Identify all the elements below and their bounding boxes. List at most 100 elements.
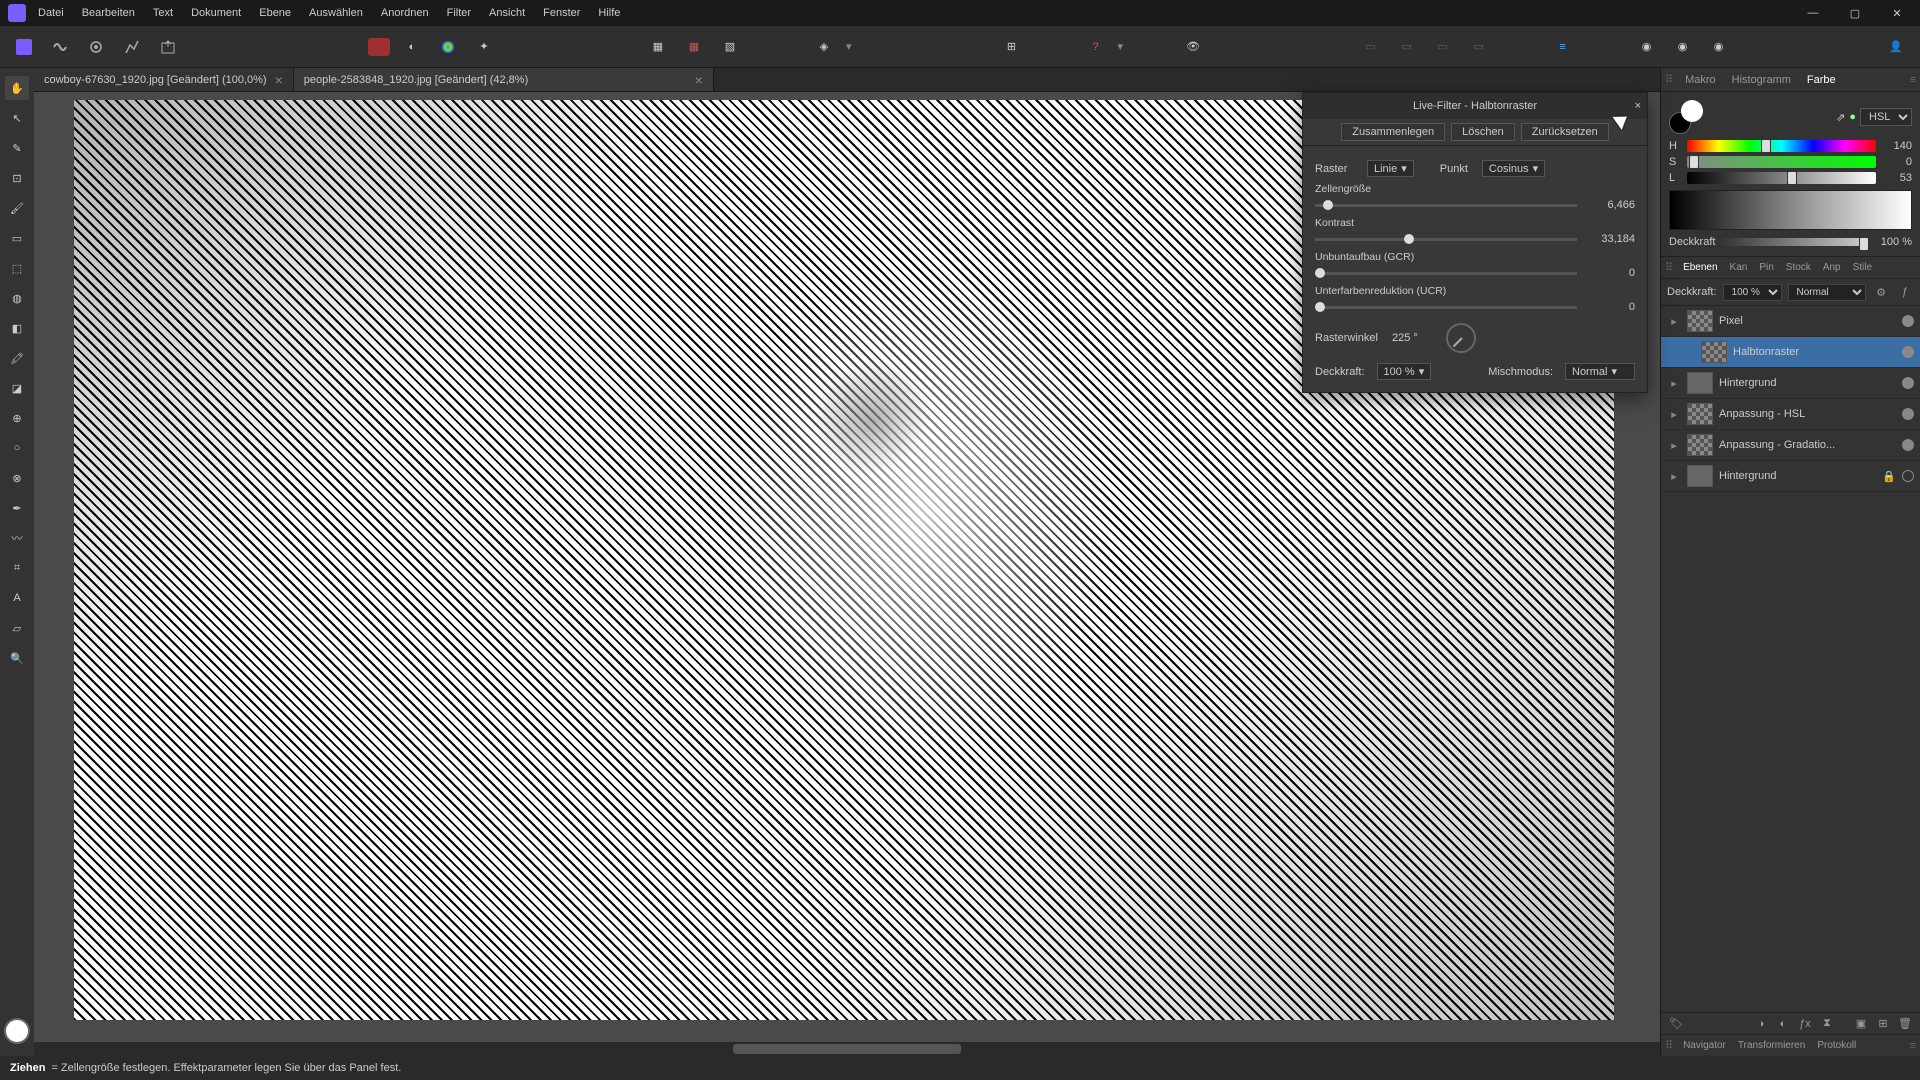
minimize-icon[interactable]: — [1798,7,1828,20]
horizontal-scrollbar[interactable] [34,1042,1660,1056]
persona-tone-icon[interactable] [118,33,146,61]
sat-value[interactable]: 0 [1882,156,1912,168]
lock-icon[interactable]: 🔒 [1882,470,1896,483]
add-layer-icon[interactable]: ⊞ [1874,1015,1892,1033]
sync-3-icon[interactable]: ◉ [1705,33,1733,61]
panel-menu-icon[interactable]: ≡ [1906,74,1920,86]
close-tab-icon[interactable]: × [275,72,283,88]
hue-slider[interactable] [1687,140,1876,152]
slider-value[interactable]: 33,184 [1585,233,1635,245]
arrange-4-icon[interactable]: ▭ [1465,33,1493,61]
clone-tool-icon[interactable]: ⊕ [5,406,29,430]
visibility-icon[interactable] [1902,377,1914,389]
expand-icon[interactable]: ▸ [1667,377,1681,390]
pen-tool-icon[interactable]: ✒ [5,496,29,520]
lum-value[interactable]: 53 [1882,172,1912,184]
slider-value[interactable]: 0 [1585,301,1635,313]
angle-dial[interactable] [1446,323,1476,353]
expand-icon[interactable]: ▸ [1667,408,1681,421]
sync-2-icon[interactable]: ◉ [1669,33,1697,61]
grip-icon[interactable]: ⠿ [1661,261,1677,274]
assist-icon[interactable]: ? [1082,33,1110,61]
menu-ebene[interactable]: Ebene [259,7,291,19]
tab-transform[interactable]: Transformieren [1732,1040,1811,1051]
maximize-icon[interactable]: ▢ [1840,7,1870,20]
layer-thumbnail[interactable] [1701,341,1727,363]
menu-anordnen[interactable]: Anordnen [381,7,429,19]
menu-fenster[interactable]: Fenster [543,7,580,19]
tab-kanaele[interactable]: Kan [1724,262,1754,273]
dialog-blend-select[interactable]: Normal▾ [1565,363,1635,380]
add-swatch-icon[interactable]: ● [1849,111,1856,123]
expand-icon[interactable]: ▸ [1667,315,1681,328]
eyedropper-icon[interactable]: ⇗ [1836,111,1845,124]
param-slider[interactable] [1315,204,1577,207]
menu-bearbeiten[interactable]: Bearbeiten [82,7,135,19]
opacity-slider[interactable] [1721,238,1866,246]
grip-icon[interactable]: ⠿ [1661,73,1677,86]
dialog-header[interactable]: Live-Filter - Halbtonraster × [1303,93,1647,119]
gear-icon[interactable]: ⚙ [1872,283,1890,301]
layer-thumbnail[interactable] [1687,465,1713,487]
expand-icon[interactable]: ▸ [1667,439,1681,452]
mesh-tool-icon[interactable]: ⌗ [5,556,29,580]
hand-tool-icon[interactable]: ✋ [5,76,29,100]
visibility-icon[interactable] [1902,315,1914,327]
deselect-icon[interactable]: ▦ [680,33,708,61]
menu-filter[interactable]: Filter [447,7,471,19]
crop-icon[interactable]: ⊞ [998,33,1026,61]
autowb-icon[interactable]: ✦ [470,33,498,61]
erase-tool-icon[interactable]: ◪ [5,376,29,400]
adjust-icon[interactable]: ◐ [1774,1015,1792,1033]
layer-row[interactable]: ▸ Hintergrund 🔒 [1661,461,1920,492]
visibility-icon[interactable] [1902,470,1914,482]
document-tab-1[interactable]: cowboy-67630_1920.jpg [Geändert] (100,0%… [34,68,294,91]
flood-tool-icon[interactable]: ◍ [5,286,29,310]
slider-value[interactable]: 6,466 [1585,199,1635,211]
zoom-tool-icon[interactable]: 🔍 [5,646,29,670]
param-slider[interactable] [1315,238,1577,241]
invert-select-icon[interactable]: ▧ [716,33,744,61]
gradient-preview[interactable] [1669,190,1912,230]
preview-icon[interactable]: 👁 [1179,33,1207,61]
text-tool-icon[interactable]: A [5,586,29,610]
shape-tool-icon[interactable]: ▱ [5,616,29,640]
color-wells[interactable] [1669,100,1703,134]
lum-slider[interactable] [1687,172,1876,184]
layer-thumbnail[interactable] [1687,372,1713,394]
persona-export-icon[interactable] [154,33,182,61]
tab-pinsel[interactable]: Pin [1753,262,1779,273]
select-all-icon[interactable]: ▦ [644,33,672,61]
tab-navigator[interactable]: Navigator [1677,1040,1732,1051]
autocolor-icon[interactable] [434,33,462,61]
chevron-down-icon[interactable]: ▾ [846,40,852,53]
paint-brush-tool-icon[interactable]: 🖍 [5,346,29,370]
close-icon[interactable]: ✕ [1882,7,1912,20]
quickmask-icon[interactable]: ◈ [810,33,838,61]
live-filter-icon[interactable]: ⧗ [1818,1015,1836,1033]
tab-stock[interactable]: Stock [1780,262,1817,273]
tab-ebenen[interactable]: Ebenen [1677,262,1723,273]
layer-thumbnail[interactable] [1687,434,1713,456]
punkt-select[interactable]: Cosinus▾ [1482,160,1545,177]
autolevels-icon[interactable]: ◐ [398,33,426,61]
layer-row[interactable]: ▸ Hintergrund [1661,368,1920,399]
scrollbar-thumb[interactable] [733,1044,961,1054]
grip-icon[interactable]: ⠿ [1661,1039,1677,1052]
color-mode-select[interactable]: HSL [1860,108,1912,126]
menu-datei[interactable]: Datei [38,7,64,19]
sync-1-icon[interactable]: ◉ [1633,33,1661,61]
delete-button[interactable]: Löschen [1451,123,1515,141]
live-filter-dialog[interactable]: Live-Filter - Halbtonraster × Zusammenle… [1302,92,1648,393]
fx-layer-icon[interactable]: ƒx [1796,1015,1814,1033]
dodge-tool-icon[interactable]: ○ [5,436,29,460]
tab-protokoll[interactable]: Protokoll [1811,1040,1862,1051]
group-icon[interactable]: ▣ [1852,1015,1870,1033]
fx-icon[interactable]: ƒ [1896,283,1914,301]
tab-makro[interactable]: Makro [1677,74,1724,86]
param-slider[interactable] [1315,306,1577,309]
persona-liquify-icon[interactable] [46,33,74,61]
brush-tool-icon[interactable]: 🖌 [5,196,29,220]
visibility-icon[interactable] [1902,439,1914,451]
marquee-tool-icon[interactable]: ⬚ [5,256,29,280]
